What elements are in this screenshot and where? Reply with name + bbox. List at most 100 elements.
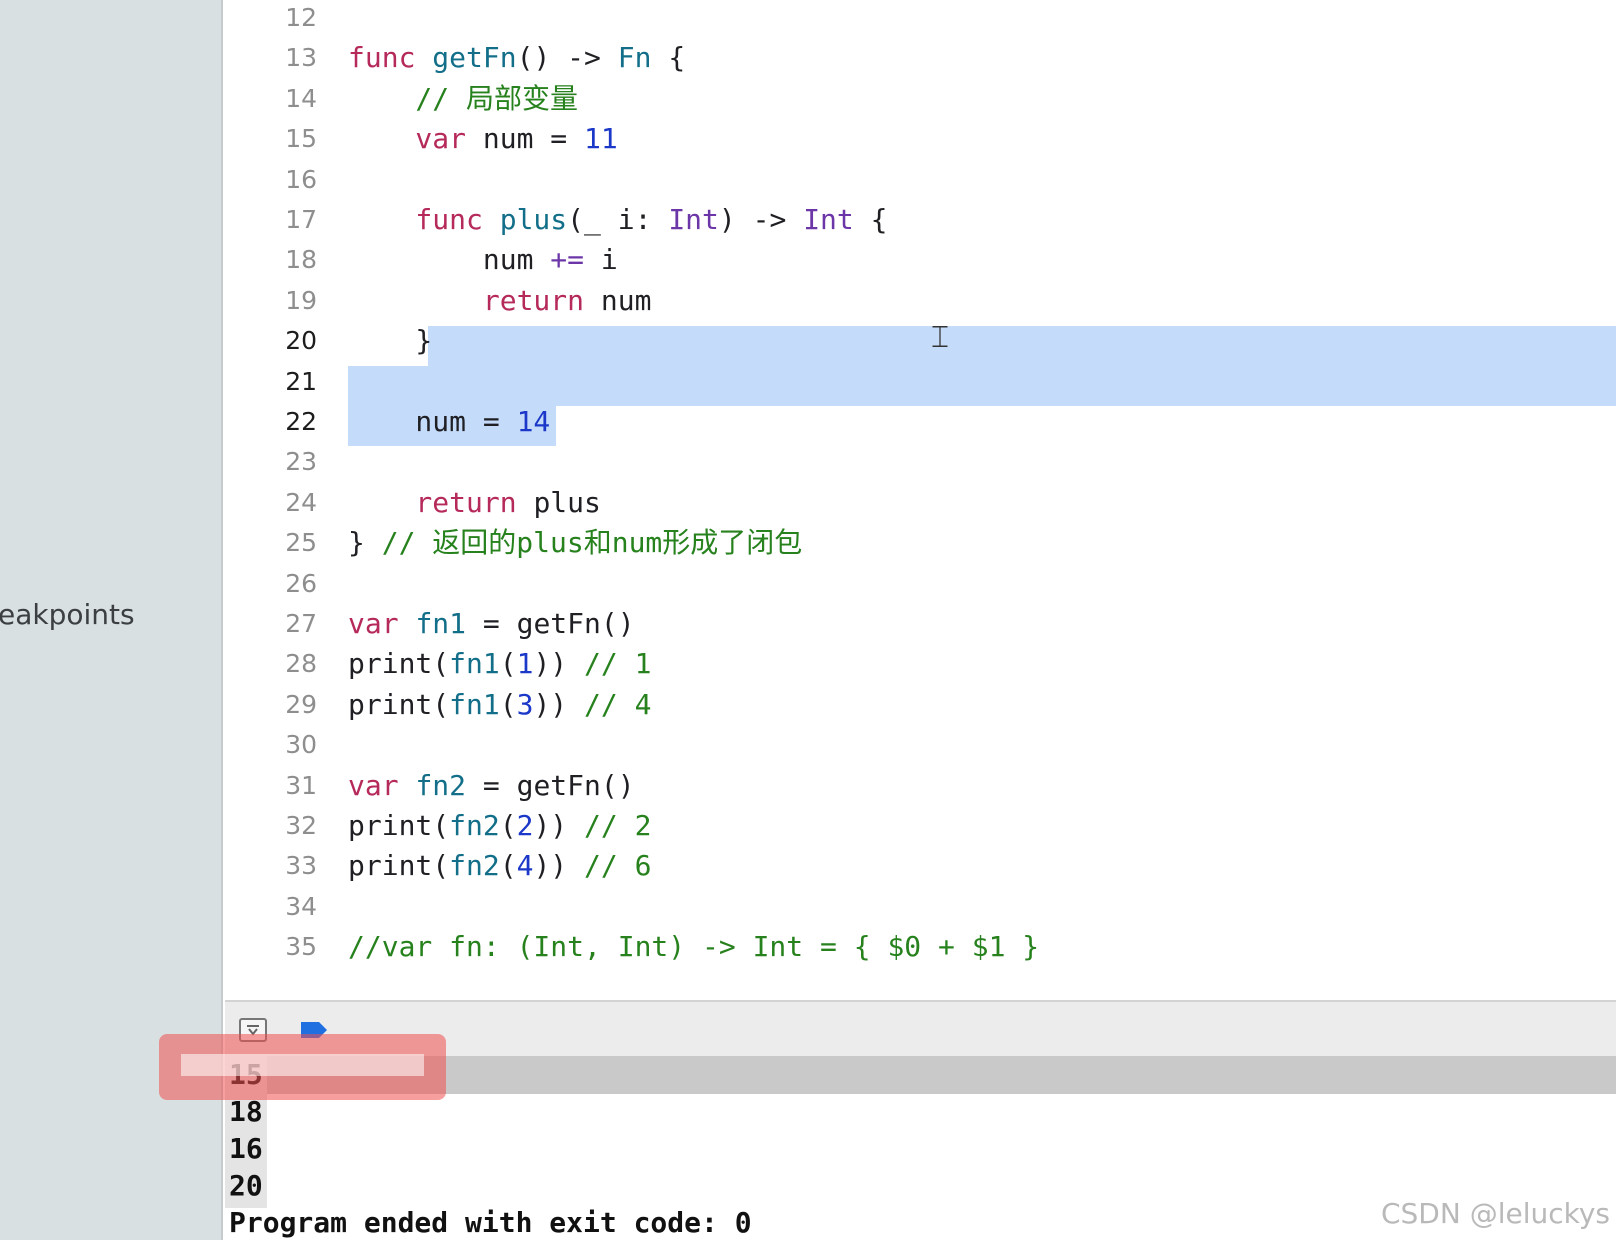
code-token: 11	[584, 122, 618, 156]
line-number[interactable]: 33	[225, 846, 317, 886]
code-token: // 1	[584, 647, 652, 681]
annotation-overlay	[159, 1034, 446, 1100]
code-text: var fn1 = getFn()	[348, 604, 635, 644]
code-editor[interactable]: 12 13 func getFn() -> Fn {14 // 局部变量 15 var…	[225, 0, 1616, 1000]
line-number[interactable]: 22	[225, 402, 317, 442]
code-token: getFn	[432, 41, 517, 75]
code-text: //var fn: (Int, Int) -> Int = { $0 + $1 …	[348, 927, 1039, 967]
code-line[interactable]: 33 print(fn2(4)) // 6	[225, 846, 1616, 886]
code-line[interactable]: 14 // 局部变量	[225, 79, 1616, 119]
code-token: (	[499, 809, 517, 842]
line-number[interactable]: 15	[225, 119, 317, 159]
code-token: var	[348, 122, 483, 156]
code-text: var fn2 = getFn()	[348, 766, 635, 806]
code-line[interactable]: 32 print(fn2(2)) // 2	[225, 806, 1616, 846]
line-number[interactable]: 30	[225, 725, 317, 765]
line-number[interactable]: 23	[225, 442, 317, 482]
code-text: return plus	[348, 483, 601, 523]
code-token: fn1	[449, 687, 500, 721]
code-token: fn2	[449, 849, 500, 883]
code-line[interactable]: 15 var num = 11	[225, 119, 1616, 159]
code-line[interactable]: 23	[225, 442, 1616, 482]
code-line[interactable]: 18 num += i	[225, 240, 1616, 280]
code-line[interactable]: 31 var fn2 = getFn()	[225, 766, 1616, 806]
code-token: print(	[348, 809, 450, 842]
annotation-overlay-inner	[181, 1054, 424, 1076]
code-token: // 2	[584, 809, 652, 842]
code-token: = getFn()	[466, 768, 635, 802]
code-line[interactable]: 22 num = 14	[225, 402, 1616, 442]
line-number[interactable]: 25	[225, 523, 317, 563]
code-line[interactable]: 34	[225, 887, 1616, 927]
code-text: print(fn2(2)) // 2	[348, 806, 651, 846]
code-token: i	[584, 243, 618, 277]
line-number[interactable]: 34	[225, 887, 317, 927]
code-line[interactable]: 27 var fn1 = getFn()	[225, 604, 1616, 644]
code-text: num = 14	[348, 402, 550, 442]
code-token: (_ i:	[567, 203, 669, 236]
code-token: () ->	[516, 41, 618, 75]
code-token: plus	[533, 485, 601, 519]
code-token: plus	[499, 203, 568, 236]
line-number[interactable]: 24	[225, 483, 317, 523]
code-line[interactable]: 13 func getFn() -> Fn {	[225, 38, 1616, 78]
console-line: 20	[229, 1169, 263, 1202]
line-number[interactable]: 16	[225, 160, 317, 200]
code-token: 3	[516, 687, 534, 721]
code-token: }	[348, 324, 433, 358]
code-token: num	[348, 243, 551, 277]
line-number[interactable]: 27	[225, 604, 317, 644]
code-line[interactable]: 26	[225, 564, 1616, 604]
code-line[interactable]: 24 return plus	[225, 483, 1616, 523]
code-line[interactable]: 12	[225, 0, 1616, 38]
code-token: 2	[516, 809, 534, 842]
code-line[interactable]: 35 //var fn: (Int, Int) -> Int = { $0 + $…	[225, 927, 1616, 967]
code-token: //var fn: (Int, Int) -> Int = { $0 + $1 …	[348, 930, 1040, 964]
code-line[interactable]: 30	[225, 725, 1616, 765]
code-token: (	[499, 687, 517, 721]
code-line[interactable]: 25 } // 返回的plus和num形成了闭包	[225, 523, 1616, 563]
code-line[interactable]: 17 func plus(_ i: Int) -> Int {	[225, 200, 1616, 240]
breakpoints-label[interactable]: eakpoints	[0, 598, 135, 631]
code-token: fn2	[415, 768, 467, 802]
code-token: var	[348, 607, 416, 640]
code-line[interactable]: 20 }	[225, 321, 1616, 361]
code-token: fn1	[415, 607, 467, 640]
code-token: func	[348, 203, 500, 236]
line-number[interactable]: 35	[225, 927, 317, 967]
code-token: = getFn()	[466, 607, 635, 640]
code-token: +=	[550, 243, 585, 277]
line-number[interactable]: 26	[225, 564, 317, 604]
code-line[interactable]: 16	[225, 160, 1616, 200]
line-number[interactable]: 21	[225, 362, 317, 402]
line-number[interactable]: 18	[225, 240, 317, 280]
code-token: return	[348, 283, 601, 317]
code-line[interactable]: 29 print(fn1(3)) // 4	[225, 685, 1616, 725]
code-text: print(fn1(1)) // 1	[348, 644, 651, 684]
code-token: func	[348, 41, 433, 75]
line-number[interactable]: 20	[225, 321, 317, 361]
line-number[interactable]: 32	[225, 806, 317, 846]
line-number[interactable]: 19	[225, 281, 317, 321]
code-token: ))	[533, 849, 585, 883]
code-token: (	[499, 849, 517, 883]
code-text: print(fn1(3)) // 4	[348, 685, 651, 725]
code-line[interactable]: 19 return num	[225, 281, 1616, 321]
line-number[interactable]: 17	[225, 200, 317, 240]
code-token: {	[651, 41, 686, 75]
line-number[interactable]: 14	[225, 79, 317, 119]
line-number[interactable]: 13	[225, 38, 317, 78]
code-text: } // 返回的plus和num形成了闭包	[348, 523, 802, 563]
code-line[interactable]: 28 print(fn1(1)) // 1	[225, 644, 1616, 684]
line-number[interactable]: 31	[225, 766, 317, 806]
code-text: func getFn() -> Fn {	[348, 38, 685, 78]
code-token: Int	[668, 203, 719, 236]
code-line[interactable]: 21	[225, 362, 1616, 402]
code-text: return num	[348, 281, 652, 321]
console-line: 16	[229, 1132, 263, 1165]
code-token: fn2	[449, 809, 500, 842]
line-number[interactable]: 29	[225, 685, 317, 725]
line-number[interactable]: 28	[225, 644, 317, 684]
line-number[interactable]: 12	[225, 0, 317, 38]
code-token: // 4	[584, 687, 652, 721]
